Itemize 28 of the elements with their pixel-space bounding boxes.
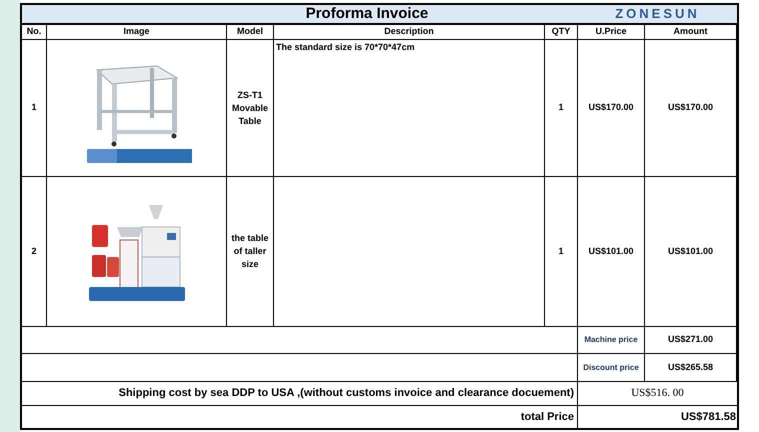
row-number: 2: [31, 244, 36, 258]
column-header: Image: [123, 25, 150, 38]
shipping-label: Shipping cost by sea DDP to USA ,(without customs invoice and clearance docuement): [118, 386, 574, 402]
description-text: The standard size is 70*70*47cm: [276, 42, 415, 52]
summary-label: Machine price: [584, 334, 638, 346]
summary-label: Discount price: [583, 362, 639, 374]
summary-value: US$265.58: [668, 360, 714, 374]
summary-value: US$271.00: [668, 333, 714, 346]
quantity: 1: [558, 244, 564, 258]
column-header: Amount: [674, 25, 708, 38]
column-header: QTY: [552, 25, 570, 38]
total-label: total Price: [520, 410, 574, 425]
amount: US$170.00: [668, 101, 714, 114]
column-header: Description: [384, 25, 434, 38]
brand-logo: ZONESUN: [615, 5, 700, 24]
column-header: Model: [237, 25, 263, 38]
shipping-cost: US$516. 00: [631, 386, 684, 402]
model-name: ZS-T1 Movable Table: [230, 88, 269, 128]
model-name: the table of taller size: [230, 232, 270, 271]
unit-price: US$170.00: [588, 101, 634, 114]
invoice-title: Proforma Invoice: [306, 4, 428, 24]
quantity: 1: [558, 101, 564, 114]
row-number: 1: [31, 101, 36, 114]
column-header: No.: [26, 25, 42, 38]
column-header: U.Price: [595, 25, 627, 38]
amount: US$101.00: [668, 244, 714, 258]
unit-price: US$101.00: [588, 244, 634, 258]
total-price: US$781.58: [680, 410, 736, 425]
